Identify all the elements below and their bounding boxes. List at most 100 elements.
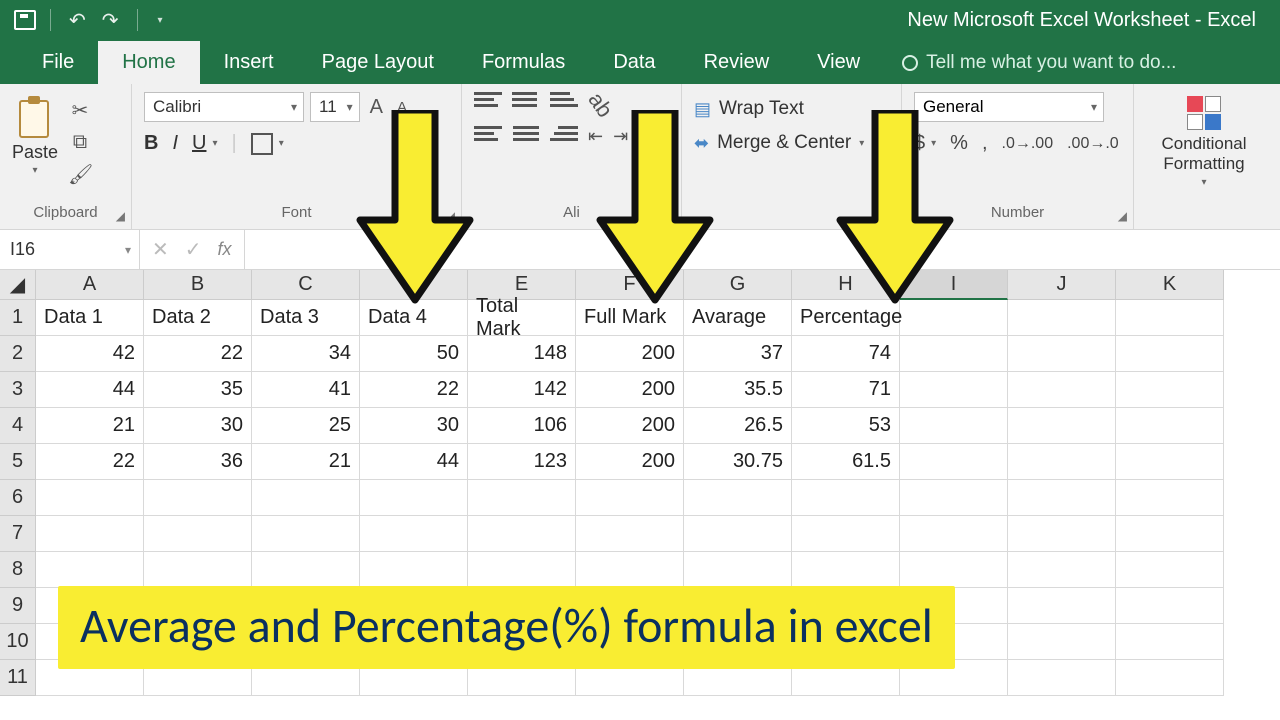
cell-J2[interactable] <box>1008 336 1116 372</box>
cell-C8[interactable] <box>252 552 360 588</box>
increase-indent-icon[interactable]: ⇥ <box>613 126 628 147</box>
tab-review[interactable]: Review <box>680 41 794 84</box>
cell-B7[interactable] <box>144 516 252 552</box>
cell-J3[interactable] <box>1008 372 1116 408</box>
cell-I5[interactable] <box>900 444 1008 480</box>
cell-J11[interactable] <box>1008 660 1116 696</box>
copy-icon[interactable]: ⧉ <box>68 131 92 154</box>
tab-home[interactable]: Home <box>98 41 199 84</box>
row-header-2[interactable]: 2 <box>0 336 36 372</box>
cell-K10[interactable] <box>1116 624 1224 660</box>
row-header-4[interactable]: 4 <box>0 408 36 444</box>
number-format-select[interactable]: General <box>914 92 1104 122</box>
undo-icon[interactable]: ↶ <box>65 8 90 33</box>
row-header-11[interactable]: 11 <box>0 660 36 696</box>
cell-J9[interactable] <box>1008 588 1116 624</box>
formula-input[interactable] <box>245 230 1280 269</box>
font-dialog-launcher-icon[interactable]: ◢ <box>446 209 455 223</box>
cell-D5[interactable]: 44 <box>360 444 468 480</box>
cell-B1[interactable]: Data 2 <box>144 300 252 336</box>
tab-view[interactable]: View <box>793 41 884 84</box>
cell-D7[interactable] <box>360 516 468 552</box>
cell-E4[interactable]: 106 <box>468 408 576 444</box>
increase-font-icon[interactable]: A <box>366 96 387 119</box>
cell-B3[interactable]: 35 <box>144 372 252 408</box>
italic-button[interactable]: I <box>172 132 178 155</box>
cell-I7[interactable] <box>900 516 1008 552</box>
decrease-decimal-icon[interactable]: .00→.0 <box>1067 135 1119 153</box>
cell-F2[interactable]: 200 <box>576 336 684 372</box>
column-header-C[interactable]: C <box>252 270 360 300</box>
row-header-3[interactable]: 3 <box>0 372 36 408</box>
cell-I2[interactable] <box>900 336 1008 372</box>
row-header-10[interactable]: 10 <box>0 624 36 660</box>
cell-A7[interactable] <box>36 516 144 552</box>
cell-B2[interactable]: 22 <box>144 336 252 372</box>
tab-formulas[interactable]: Formulas <box>458 41 589 84</box>
row-header-9[interactable]: 9 <box>0 588 36 624</box>
cell-F4[interactable]: 200 <box>576 408 684 444</box>
cell-H4[interactable]: 53 <box>792 408 900 444</box>
cell-G7[interactable] <box>684 516 792 552</box>
number-dialog-launcher-icon[interactable]: ◢ <box>1118 209 1127 223</box>
cell-H5[interactable]: 61.5 <box>792 444 900 480</box>
column-header-I[interactable]: I <box>900 270 1008 300</box>
cell-J1[interactable] <box>1008 300 1116 336</box>
cancel-formula-icon[interactable]: ✕ <box>152 237 169 262</box>
cell-F7[interactable] <box>576 516 684 552</box>
column-header-G[interactable]: G <box>684 270 792 300</box>
cell-C1[interactable]: Data 3 <box>252 300 360 336</box>
cell-A8[interactable] <box>36 552 144 588</box>
clipboard-dialog-launcher-icon[interactable]: ◢ <box>116 209 125 223</box>
select-all-corner[interactable]: ◢ <box>0 270 36 300</box>
cell-J10[interactable] <box>1008 624 1116 660</box>
cell-K8[interactable] <box>1116 552 1224 588</box>
conditional-formatting-button[interactable]: Conditional Formatting ▾ <box>1146 92 1262 188</box>
cell-J6[interactable] <box>1008 480 1116 516</box>
comma-format-icon[interactable]: , <box>982 132 988 155</box>
cell-F3[interactable]: 200 <box>576 372 684 408</box>
cell-C5[interactable]: 21 <box>252 444 360 480</box>
cell-A4[interactable]: 21 <box>36 408 144 444</box>
cell-D3[interactable]: 22 <box>360 372 468 408</box>
align-bottom-icon[interactable] <box>550 92 578 118</box>
borders-more-icon[interactable]: ▾ <box>279 138 284 149</box>
cell-F8[interactable] <box>576 552 684 588</box>
cell-E3[interactable]: 142 <box>468 372 576 408</box>
column-header-F[interactable]: F <box>576 270 684 300</box>
column-header-H[interactable]: H <box>792 270 900 300</box>
column-header-D[interactable]: D <box>360 270 468 300</box>
cell-I6[interactable] <box>900 480 1008 516</box>
cell-C7[interactable] <box>252 516 360 552</box>
cell-C2[interactable]: 34 <box>252 336 360 372</box>
row-header-6[interactable]: 6 <box>0 480 36 516</box>
cell-J5[interactable] <box>1008 444 1116 480</box>
cell-D2[interactable]: 50 <box>360 336 468 372</box>
cell-K11[interactable] <box>1116 660 1224 696</box>
cell-K1[interactable] <box>1116 300 1224 336</box>
cell-K6[interactable] <box>1116 480 1224 516</box>
column-header-J[interactable]: J <box>1008 270 1116 300</box>
cell-D6[interactable] <box>360 480 468 516</box>
cell-K7[interactable] <box>1116 516 1224 552</box>
cell-F1[interactable]: Full Mark <box>576 300 684 336</box>
tab-file[interactable]: File <box>18 41 98 84</box>
cell-E2[interactable]: 148 <box>468 336 576 372</box>
cell-H2[interactable]: 74 <box>792 336 900 372</box>
cell-B6[interactable] <box>144 480 252 516</box>
name-box[interactable]: I16 <box>0 230 140 269</box>
row-header-1[interactable]: 1 <box>0 300 36 336</box>
align-left-icon[interactable] <box>474 126 502 147</box>
cell-C6[interactable] <box>252 480 360 516</box>
column-header-K[interactable]: K <box>1116 270 1224 300</box>
decrease-indent-icon[interactable]: ⇤ <box>588 126 603 147</box>
underline-button[interactable]: U <box>192 132 206 155</box>
cell-E8[interactable] <box>468 552 576 588</box>
tell-me-search[interactable]: Tell me what you want to do... <box>884 42 1194 84</box>
cell-G3[interactable]: 35.5 <box>684 372 792 408</box>
cell-I8[interactable] <box>900 552 1008 588</box>
cell-F5[interactable]: 200 <box>576 444 684 480</box>
bold-button[interactable]: B <box>144 132 158 155</box>
column-header-B[interactable]: B <box>144 270 252 300</box>
align-top-icon[interactable] <box>474 92 502 118</box>
